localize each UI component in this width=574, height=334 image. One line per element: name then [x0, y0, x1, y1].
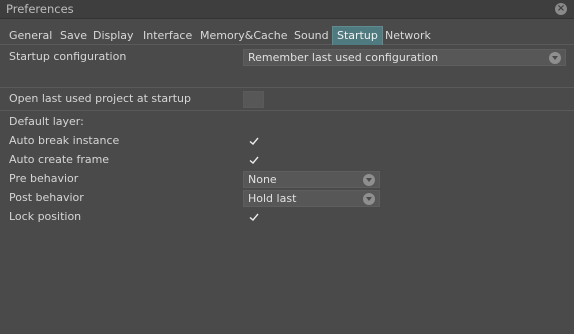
tab-display[interactable]: Display — [90, 28, 137, 45]
post-behavior-value: Hold last — [248, 192, 297, 205]
close-icon[interactable]: × — [555, 3, 567, 15]
lock-position-checkbox[interactable] — [248, 211, 262, 225]
tab-general[interactable]: General — [6, 28, 55, 45]
auto-create-frame-checkbox[interactable] — [248, 154, 262, 168]
startup-configuration-row: Startup configuration Remember last used… — [0, 48, 574, 67]
title-bar: Preferences × — [0, 0, 574, 19]
window-title: Preferences — [6, 2, 74, 16]
startup-configuration-label: Startup configuration — [9, 50, 127, 63]
pre-behavior-dropdown[interactable]: None — [243, 171, 380, 188]
startup-configuration-value: Remember last used configuration — [248, 51, 439, 64]
tab-network[interactable]: Network — [382, 28, 434, 45]
divider — [0, 110, 574, 111]
chevron-down-icon — [549, 52, 561, 64]
auto-create-frame-label: Auto create frame — [9, 153, 110, 166]
post-behavior-dropdown[interactable]: Hold last — [243, 190, 380, 207]
pre-behavior-value: None — [248, 173, 277, 186]
post-behavior-row: Post behavior Hold last — [0, 189, 574, 208]
tab-startup[interactable]: Startup — [332, 26, 383, 45]
open-last-project-checkbox[interactable] — [243, 91, 264, 108]
checkmark-icon — [249, 213, 259, 221]
auto-break-instance-label: Auto break instance — [9, 134, 120, 147]
chevron-down-icon — [363, 174, 375, 186]
checkmark-icon — [249, 137, 259, 145]
tab-memory-cache[interactable]: Memory&Cache — [197, 28, 291, 45]
auto-break-instance-row: Auto break instance — [0, 132, 574, 151]
pre-behavior-row: Pre behavior None — [0, 170, 574, 189]
auto-create-frame-row: Auto create frame — [0, 151, 574, 170]
default-layer-heading-row: Default layer: — [0, 113, 574, 132]
startup-configuration-dropdown[interactable]: Remember last used configuration — [243, 49, 566, 66]
tab-interface[interactable]: Interface — [140, 28, 195, 45]
default-layer-heading: Default layer: — [9, 115, 84, 128]
post-behavior-label: Post behavior — [9, 191, 84, 204]
pre-behavior-label: Pre behavior — [9, 172, 79, 185]
checkmark-icon — [249, 156, 259, 164]
tab-bar: General Save Display Interface Memory&Ca… — [0, 26, 574, 45]
open-last-project-label: Open last used project at startup — [9, 92, 191, 105]
tab-sound[interactable]: Sound — [291, 28, 332, 45]
divider — [0, 87, 574, 88]
lock-position-row: Lock position — [0, 208, 574, 227]
open-last-project-row: Open last used project at startup — [0, 90, 574, 109]
chevron-down-icon — [363, 193, 375, 205]
auto-break-instance-checkbox[interactable] — [248, 135, 262, 149]
tab-save[interactable]: Save — [57, 28, 90, 45]
preferences-window: Preferences × General Save Display Inter… — [0, 0, 574, 334]
lock-position-label: Lock position — [9, 210, 82, 223]
